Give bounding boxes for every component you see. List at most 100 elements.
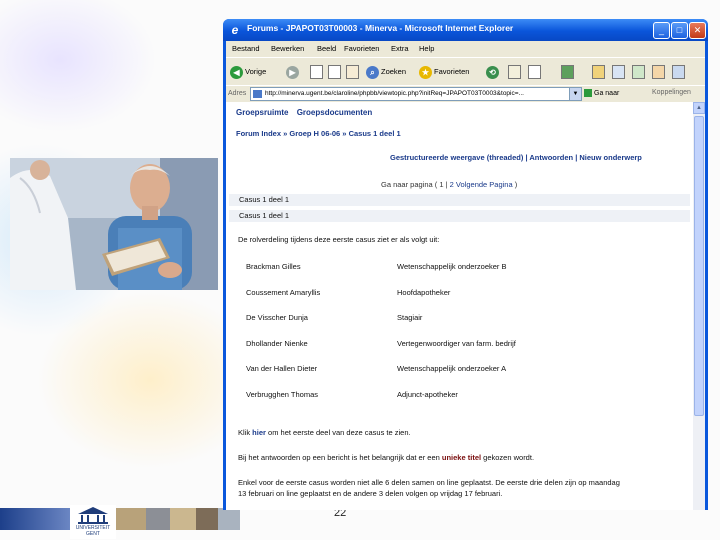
mail-icon [508, 65, 521, 80]
search-icon: ⌕ [366, 65, 379, 79]
role-person: Coussement Amaryllis [246, 288, 321, 297]
vertical-scrollbar[interactable]: ▲ [693, 102, 705, 510]
forward-button[interactable]: ▶ [286, 63, 301, 81]
role-person: Dhollander Nienke [246, 339, 308, 348]
maximize-button[interactable]: □ [671, 22, 688, 39]
messenger-button[interactable] [612, 63, 625, 81]
note-prefix: Bij het antwoorden op een bericht is het… [238, 453, 442, 462]
here-link[interactable]: hier [252, 428, 266, 437]
edit-icon [561, 65, 574, 80]
thread-title-row[interactable]: Casus 1 deel 1 [229, 194, 690, 206]
research-button[interactable] [652, 63, 665, 81]
group-links: Groepsruimte Groepsdocumenten [236, 108, 378, 117]
edit-button[interactable] [561, 63, 574, 81]
go-button[interactable]: Ga naar [584, 89, 619, 97]
unique-title-note: Bij het antwoorden op een bericht is het… [238, 453, 534, 462]
stop-button[interactable] [310, 63, 323, 81]
address-url: http://minerva.ugent.be/claroline/phpbb/… [265, 90, 524, 97]
menu-extra[interactable]: Extra [391, 44, 409, 53]
roles-intro: De rolverdeling tijdens deze eerste casu… [238, 235, 440, 244]
favorites-button[interactable]: ★ Favorieten [419, 63, 469, 81]
history-icon: ⟲ [486, 65, 499, 79]
pagination-prefix: Ga naar pagina ( 1 | [381, 180, 448, 189]
info-line-2: 13 februari on line geplaatst en de ande… [238, 489, 503, 498]
link-groepsdocumenten[interactable]: Groepsdocumenten [297, 108, 373, 117]
page-icon [253, 90, 262, 98]
pagination-suffix: ) [514, 180, 518, 189]
next-page-link[interactable]: 2 Volgende Pagina [450, 180, 513, 189]
doctor-patient-photo [10, 158, 218, 290]
refresh-icon [328, 65, 341, 80]
menu-beeld[interactable]: Beeld [317, 44, 336, 53]
refresh-button[interactable] [328, 63, 341, 81]
role-title: Hoofdapotheker [397, 288, 451, 297]
back-label: Vorige [245, 67, 267, 76]
address-input[interactable]: http://minerva.ugent.be/claroline/phpbb/… [250, 87, 570, 101]
history-button[interactable]: ⟲ [486, 63, 501, 81]
windows-media-button[interactable] [672, 63, 685, 81]
note-bold: unieke titel [441, 453, 482, 462]
media-icon [672, 65, 685, 80]
scroll-up-arrow-icon[interactable]: ▲ [693, 102, 705, 114]
stop-icon [310, 65, 323, 80]
folder-icon [592, 65, 605, 80]
browser-client: Bestand Bewerken Beeld Favorieten Extra … [226, 41, 705, 510]
print-button[interactable] [528, 63, 541, 81]
research-icon [652, 65, 665, 80]
address-dropdown-button[interactable]: ▼ [569, 87, 582, 101]
scroll-thumb[interactable] [694, 116, 704, 416]
discuss-button[interactable] [632, 63, 645, 81]
toolbar: ◀ Vorige ▶ ⌕ Zoeken ★ Favorieten ⟲ [226, 57, 705, 86]
minimize-button[interactable]: _ [653, 22, 670, 39]
links-button[interactable]: Koppelingen [652, 89, 691, 96]
address-label: Adres [228, 90, 247, 97]
role-person: Verbrugghen Thomas [246, 390, 318, 399]
address-bar: Adres http://minerva.ugent.be/claroline/… [226, 85, 705, 102]
menu-bewerken[interactable]: Bewerken [271, 44, 304, 53]
menu-favorieten[interactable]: Favorieten [344, 44, 379, 53]
menu-bestand[interactable]: Bestand [232, 44, 260, 53]
footer-strip [0, 508, 240, 530]
thread-title: Casus 1 deel 1 [239, 195, 290, 204]
home-button[interactable] [346, 63, 359, 81]
crumb-separator: » [340, 129, 349, 138]
crumb-forum-index[interactable]: Forum Index [236, 129, 281, 138]
search-button[interactable]: ⌕ Zoeken [366, 63, 406, 81]
home-icon [346, 65, 359, 80]
info-line-1: Enkel voor de eerste casus worden niet a… [238, 478, 620, 487]
window-title: Forums - JPAPOT03T00003 - Minerva - Micr… [247, 23, 514, 33]
menu-bar: Bestand Bewerken Beeld Favorieten Extra … [226, 41, 705, 56]
note-suffix: gekozen wordt. [481, 453, 535, 462]
ie-icon: e [231, 23, 239, 37]
favorites-label: Favorieten [434, 67, 470, 76]
go-arrow-icon [584, 89, 592, 97]
discuss-icon [632, 65, 645, 80]
crumb-topic: Casus 1 deel 1 [348, 129, 401, 138]
post-title: Casus 1 deel 1 [239, 211, 290, 220]
close-button[interactable]: ✕ [689, 22, 706, 39]
role-title: Wetenschappelijk onderzoeker A [397, 364, 507, 373]
pagination: Ga naar pagina ( 1 | 2 Volgende Pagina ) [381, 180, 517, 189]
click-instruction: Klik hier om het eerste deel van deze ca… [238, 428, 411, 437]
link-groepsruimte[interactable]: Groepsruimte [236, 108, 288, 117]
back-button[interactable]: ◀ Vorige [230, 63, 266, 81]
search-label: Zoeken [381, 67, 407, 76]
menu-help[interactable]: Help [419, 44, 434, 53]
print-icon [528, 65, 541, 80]
title-bar[interactable]: e Forums - JPAPOT03T00003 - Minerva - Mi… [223, 19, 708, 41]
folder-button[interactable] [592, 63, 605, 81]
view-links[interactable]: Gestructureerde weergave (threaded) | An… [390, 153, 642, 162]
role-title: Stagiair [397, 313, 423, 322]
role-person: Brackman Gilles [246, 262, 301, 271]
crumb-group[interactable]: Groep H 06-06 [289, 129, 340, 138]
logo-name: UNIVERSITEIT GENT [75, 525, 111, 537]
click-suffix: om het eerste deel van deze casus te zie… [265, 428, 411, 437]
role-title: Wetenschappelijk onderzoeker B [397, 262, 507, 271]
forward-arrow-icon: ▶ [286, 65, 299, 79]
page-content: Groepsruimte Groepsdocumenten Forum Inde… [226, 102, 693, 510]
star-icon: ★ [419, 65, 432, 79]
ugent-building-icon [78, 507, 108, 524]
mail-button[interactable] [508, 63, 521, 81]
back-arrow-icon: ◀ [230, 65, 243, 79]
browser-window: e Forums - JPAPOT03T00003 - Minerva - Mi… [223, 19, 708, 510]
